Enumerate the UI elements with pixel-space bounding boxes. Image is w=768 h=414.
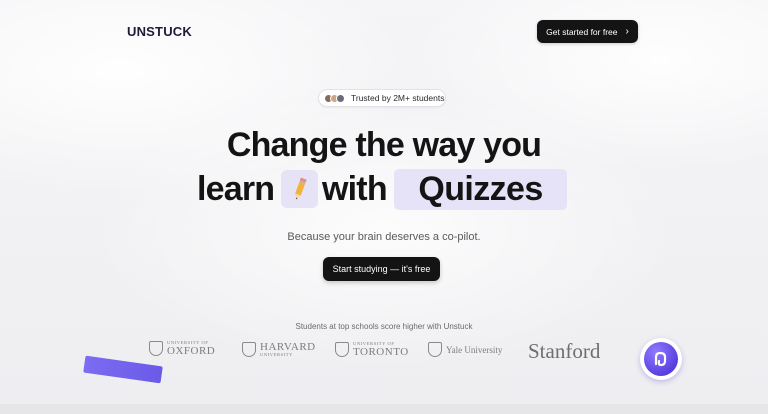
unstuck-logo[interactable]: UNSTUCK bbox=[127, 24, 192, 39]
yale-logo: Yale University bbox=[428, 342, 502, 357]
get-started-button[interactable]: Get started for free › bbox=[537, 20, 638, 43]
stanford-logo: Stanford bbox=[528, 339, 601, 363]
oxford-logo: UNIVERSITY OF OXFORD bbox=[149, 340, 215, 357]
headline-word-with: with bbox=[322, 170, 388, 208]
headline-line2: learn with Quizzes bbox=[0, 169, 768, 210]
get-started-label: Get started for free bbox=[546, 26, 618, 37]
start-studying-button[interactable]: Start studying — it's free bbox=[323, 257, 440, 281]
harvard-crest-icon bbox=[242, 342, 256, 358]
schools-caption: Students at top schools score higher wit… bbox=[295, 322, 473, 331]
chevron-right-icon: › bbox=[625, 25, 629, 37]
headline-word-learn: learn bbox=[197, 170, 275, 208]
headline-line1: Change the way you bbox=[226, 126, 542, 164]
toronto-logo: UNIVERSITY OF TORONTO bbox=[335, 341, 409, 358]
toronto-crest-icon bbox=[335, 342, 349, 358]
oxford-crest-icon bbox=[149, 341, 163, 357]
yale-crest-icon bbox=[428, 342, 442, 357]
pencil-icon bbox=[281, 170, 318, 208]
hero-subtitle: Because your brain deserves a co-pilot. bbox=[287, 231, 481, 243]
bottom-divider bbox=[0, 404, 768, 414]
unstuck-badge-icon bbox=[640, 338, 682, 380]
avatar bbox=[336, 93, 345, 103]
trust-badge: Trusted by 2M+ students bbox=[318, 89, 446, 107]
trust-badge-text: Trusted by 2M+ students bbox=[351, 93, 445, 103]
student-avatars bbox=[324, 93, 345, 103]
headline-highlight: Quizzes bbox=[394, 169, 567, 210]
harvard-logo: HARVARD UNIVERSITY bbox=[242, 342, 316, 358]
